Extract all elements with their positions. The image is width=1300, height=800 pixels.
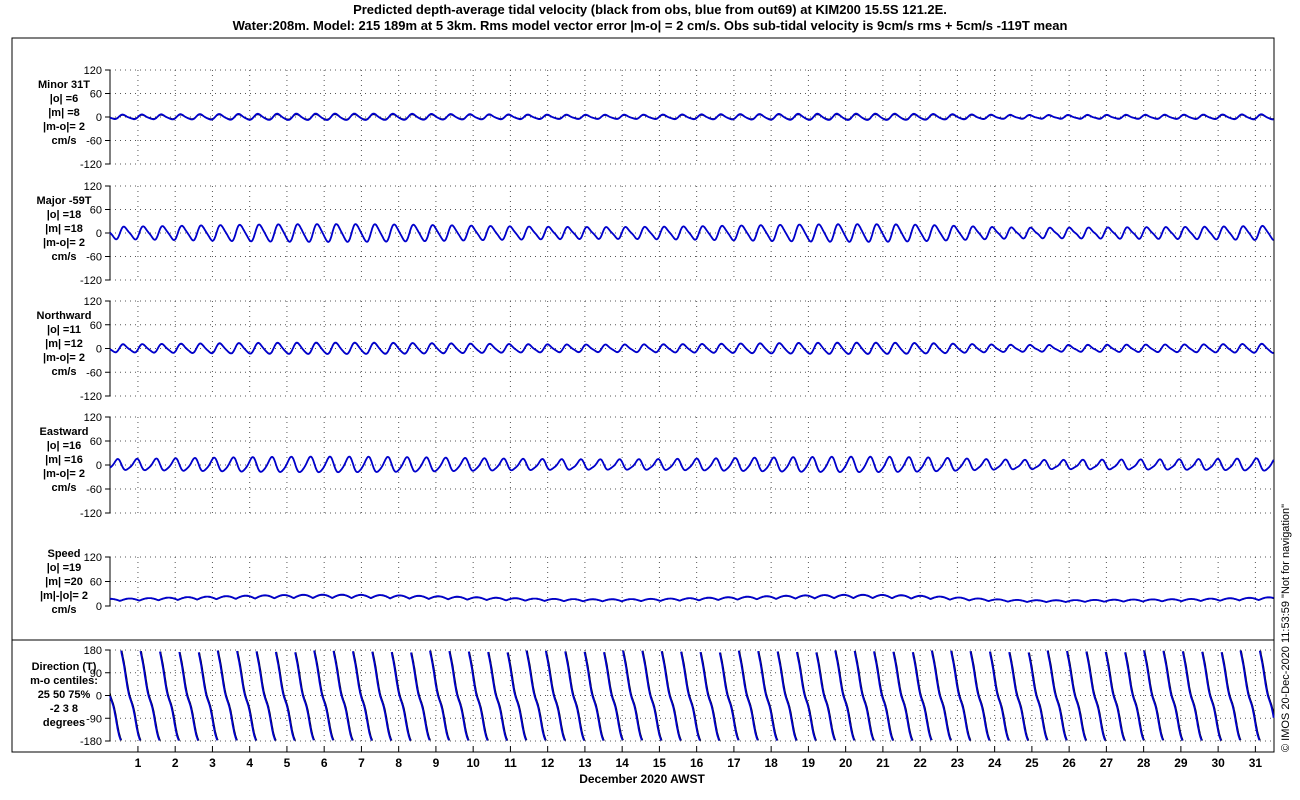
minor-y-tick-label: 120 bbox=[84, 65, 102, 77]
x-tick-label: 28 bbox=[1137, 756, 1151, 770]
northward-label-0: Northward bbox=[37, 310, 92, 322]
eastward-y-tick-label: 0 bbox=[96, 460, 102, 472]
x-tick-label: 21 bbox=[876, 756, 890, 770]
eastward-y-tick-label: 120 bbox=[84, 412, 102, 424]
x-tick-label: 18 bbox=[764, 756, 778, 770]
eastward-y-tick-label: 60 bbox=[90, 436, 102, 448]
direction-y-tick-label: 0 bbox=[96, 691, 102, 703]
x-tick-label: 17 bbox=[727, 756, 741, 770]
eastward-label-3: |m-o|= 2 bbox=[43, 468, 85, 480]
speed-y-tick-label: 120 bbox=[84, 552, 102, 564]
x-tick-label: 7 bbox=[358, 756, 365, 770]
speed-label-1: |o| =19 bbox=[47, 562, 82, 574]
x-tick-label: 30 bbox=[1211, 756, 1225, 770]
minor-label-2: |m| =8 bbox=[48, 107, 80, 119]
copyright-note: © IMOS 20-Dec-2020 11:53:59 "Not for nav… bbox=[1280, 504, 1292, 752]
direction-label-4: degrees bbox=[43, 717, 85, 729]
major-y-tick-label: -60 bbox=[86, 252, 102, 264]
x-tick-label: 26 bbox=[1062, 756, 1076, 770]
direction-y-tick-label: -90 bbox=[86, 713, 102, 725]
northward-y-tick-label: 120 bbox=[84, 296, 102, 308]
northward-y-tick-label: -120 bbox=[80, 391, 102, 403]
minor-y-tick-label: 0 bbox=[96, 112, 102, 124]
tidal-velocity-figure: Predicted depth-average tidal velocity (… bbox=[0, 0, 1300, 800]
major-label-1: |o| =18 bbox=[47, 209, 82, 221]
x-tick-label: 13 bbox=[578, 756, 592, 770]
direction-y-tick-label: 180 bbox=[84, 645, 102, 657]
x-tick-label: 2 bbox=[172, 756, 179, 770]
northward-label-4: cm/s bbox=[51, 366, 76, 378]
x-tick-label: 9 bbox=[433, 756, 440, 770]
direction-label-2: 25 50 75% bbox=[38, 689, 91, 701]
x-tick-label: 25 bbox=[1025, 756, 1039, 770]
speed-label-0: Speed bbox=[47, 548, 80, 560]
eastward-y-tick-label: -120 bbox=[80, 508, 102, 520]
minor-y-tick-label: -120 bbox=[80, 159, 102, 171]
speed-label-4: cm/s bbox=[51, 604, 76, 616]
x-tick-label: 11 bbox=[504, 756, 517, 770]
minor-y-tick-label: -60 bbox=[86, 136, 102, 148]
x-axis-label: December 2020 AWST bbox=[579, 772, 705, 786]
x-tick-label: 12 bbox=[541, 756, 555, 770]
x-tick-label: 27 bbox=[1100, 756, 1114, 770]
eastward-label-4: cm/s bbox=[51, 482, 76, 494]
direction-y-tick-label: -180 bbox=[80, 736, 102, 748]
x-tick-label: 8 bbox=[395, 756, 402, 770]
x-tick-label: 29 bbox=[1174, 756, 1188, 770]
x-tick-label: 16 bbox=[690, 756, 704, 770]
x-tick-label: 14 bbox=[615, 756, 629, 770]
x-tick-label: 20 bbox=[839, 756, 853, 770]
minor-label-3: |m-o|= 2 bbox=[43, 121, 85, 133]
x-tick-label: 23 bbox=[951, 756, 965, 770]
minor-label-1: |o| =6 bbox=[50, 93, 78, 105]
x-tick-label: 10 bbox=[466, 756, 480, 770]
northward-label-3: |m-o|= 2 bbox=[43, 352, 85, 364]
eastward-y-tick-label: -60 bbox=[86, 484, 102, 496]
x-tick-label: 31 bbox=[1249, 756, 1263, 770]
x-tick-label: 1 bbox=[135, 756, 142, 770]
minor-label-0: Minor 31T bbox=[38, 79, 90, 91]
major-label-0: Major -59T bbox=[36, 195, 91, 207]
x-tick-label: 3 bbox=[209, 756, 216, 770]
speed-label-3: |m|-|o|= 2 bbox=[40, 590, 88, 602]
direction-label-0: Direction (T) bbox=[32, 661, 97, 673]
major-label-4: cm/s bbox=[51, 251, 76, 263]
x-tick-label: 5 bbox=[284, 756, 291, 770]
x-tick-label: 6 bbox=[321, 756, 328, 770]
eastward-label-2: |m| =16 bbox=[45, 454, 83, 466]
minor-y-tick-label: 60 bbox=[90, 89, 102, 101]
major-label-2: |m| =18 bbox=[45, 223, 83, 235]
speed-y-tick-label: 0 bbox=[96, 601, 102, 613]
major-y-tick-label: -120 bbox=[80, 275, 102, 287]
northward-label-2: |m| =12 bbox=[45, 338, 83, 350]
direction-label-1: m-o centiles: bbox=[30, 675, 98, 687]
major-y-tick-label: 120 bbox=[84, 181, 102, 193]
speed-y-tick-label: 60 bbox=[90, 577, 102, 589]
northward-y-tick-label: 0 bbox=[96, 344, 102, 356]
speed-label-2: |m| =20 bbox=[45, 576, 83, 588]
x-tick-label: 22 bbox=[913, 756, 927, 770]
northward-label-1: |o| =11 bbox=[47, 324, 81, 336]
chart-title-line2: Water:208m. Model: 215 189m at 5 3km. Rm… bbox=[233, 18, 1068, 33]
x-tick-label: 4 bbox=[246, 756, 253, 770]
eastward-label-0: Eastward bbox=[40, 426, 89, 438]
x-tick-label: 19 bbox=[802, 756, 816, 770]
northward-y-tick-label: 60 bbox=[90, 320, 102, 332]
major-y-tick-label: 0 bbox=[96, 228, 102, 240]
eastward-label-1: |o| =16 bbox=[47, 440, 82, 452]
x-tick-label: 15 bbox=[653, 756, 667, 770]
northward-y-tick-label: -60 bbox=[86, 367, 102, 379]
x-tick-label: 24 bbox=[988, 756, 1002, 770]
chart-title-line1: Predicted depth-average tidal velocity (… bbox=[353, 2, 947, 17]
minor-label-4: cm/s bbox=[51, 135, 76, 147]
major-label-3: |m-o|= 2 bbox=[43, 237, 85, 249]
major-y-tick-label: 60 bbox=[90, 205, 102, 217]
direction-label-3: -2 3 8 bbox=[50, 703, 78, 715]
